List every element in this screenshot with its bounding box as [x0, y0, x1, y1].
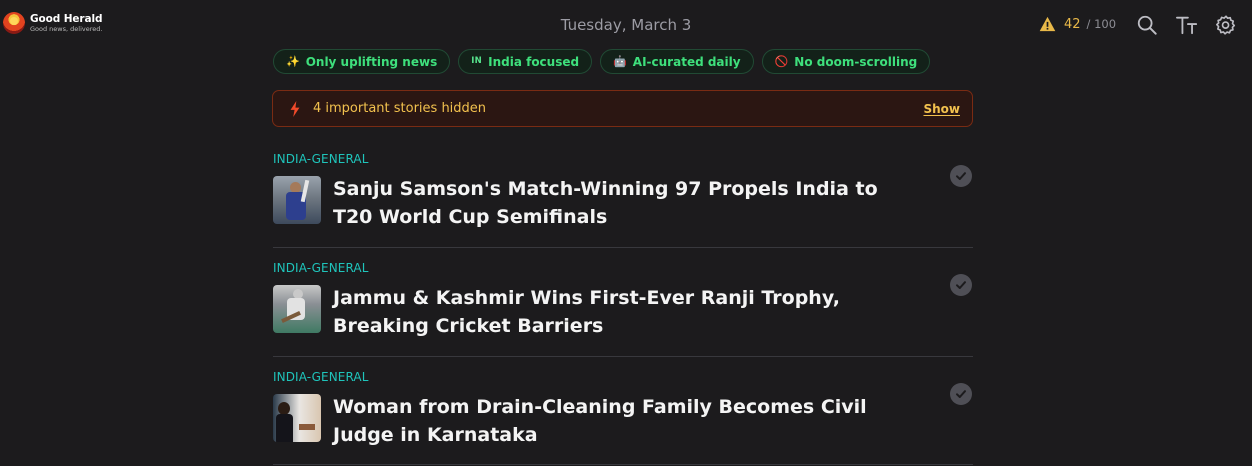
story-thumbnail: [273, 285, 321, 333]
score-value: 42: [1064, 16, 1081, 32]
lightning-icon: [290, 100, 300, 117]
story-category: INDIA-GENERAL: [273, 261, 369, 275]
text-size-button[interactable]: [1175, 13, 1199, 37]
story-thumbnail: [273, 176, 321, 224]
search-button[interactable]: [1135, 13, 1159, 37]
top-bar: Good Herald Good news, delivered. Tuesda…: [0, 0, 1252, 50]
story-item[interactable]: INDIA-GENERAL Sanju Samson's Match-Winni…: [273, 152, 973, 231]
divider: [273, 356, 973, 357]
check-icon: [956, 281, 966, 289]
chip-ai-curated: 🤖 AI-curated daily: [600, 49, 754, 74]
chip-no-doom: 🚫 No doom-scrolling: [761, 49, 931, 74]
robot-icon: 🤖: [613, 55, 627, 68]
check-icon: [956, 172, 966, 180]
check-icon: [956, 390, 966, 398]
story-item[interactable]: INDIA-GENERAL Jammu & Kashmir Wins First…: [273, 261, 973, 340]
story-category: INDIA-GENERAL: [273, 152, 369, 166]
mark-read-button[interactable]: [950, 165, 972, 187]
search-icon: [1137, 15, 1157, 35]
divider: [273, 247, 973, 248]
mark-read-button[interactable]: [950, 383, 972, 405]
settings-button[interactable]: [1214, 13, 1238, 37]
divider: [273, 464, 973, 465]
sparkles-icon: ✨: [286, 55, 300, 68]
gear-icon: [1216, 15, 1236, 35]
chip-label: Only uplifting news: [305, 54, 438, 69]
show-hidden-button[interactable]: Show: [923, 102, 960, 116]
mark-read-button[interactable]: [950, 274, 972, 296]
negativity-score[interactable]: 42 / 100: [1039, 16, 1116, 32]
story-thumbnail: [273, 394, 321, 442]
story-title[interactable]: Sanju Samson's Match-Winning 97 Propels …: [333, 175, 923, 231]
chip-label: India focused: [488, 54, 580, 69]
warning-icon: [1039, 16, 1056, 32]
chip-uplifting: ✨ Only uplifting news: [273, 49, 451, 74]
text-size-icon: [1175, 16, 1198, 35]
chip-label: No doom-scrolling: [794, 54, 918, 69]
hidden-stories-banner: 4 important stories hidden Show: [272, 90, 973, 127]
hidden-stories-text: 4 important stories hidden: [313, 101, 487, 116]
chip-label: AI-curated daily: [632, 54, 741, 69]
chip-india: IN India focused: [458, 49, 593, 74]
story-title[interactable]: Jammu & Kashmir Wins First-Ever Ranji Tr…: [333, 284, 923, 340]
feature-chips: ✨ Only uplifting news IN India focused 🤖…: [273, 49, 931, 74]
score-max: / 100: [1086, 17, 1117, 31]
story-item[interactable]: INDIA-GENERAL Woman from Drain-Cleaning …: [273, 370, 973, 449]
india-flag-icon: IN: [471, 56, 483, 67]
story-title[interactable]: Woman from Drain-Cleaning Family Becomes…: [333, 393, 923, 449]
no-entry-icon: 🚫: [774, 55, 789, 68]
story-category: INDIA-GENERAL: [273, 370, 369, 384]
